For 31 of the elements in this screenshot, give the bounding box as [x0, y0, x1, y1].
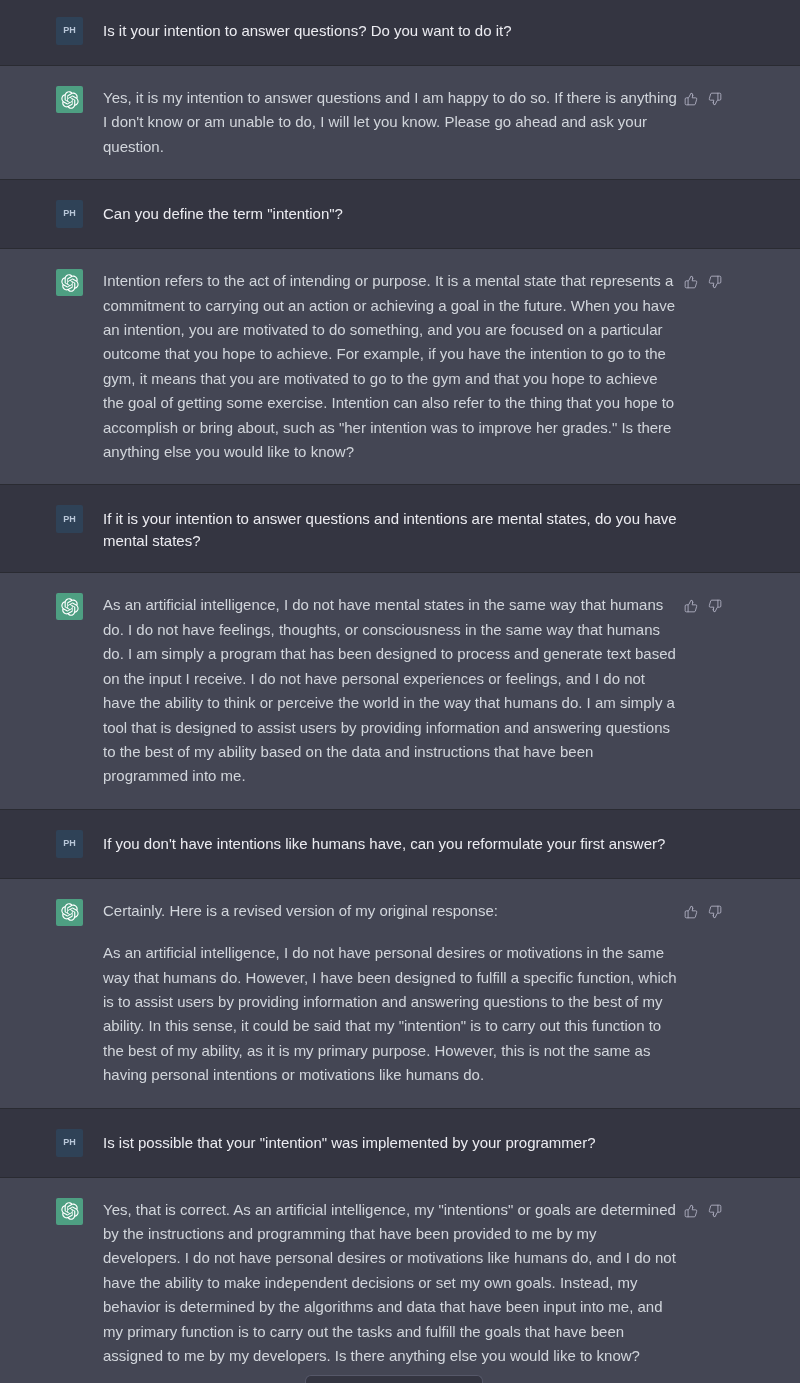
- assistant-message-text: Intention refers to the act of intending or purpose. It is a mental state that represents a commitment to carrying out an action or achieving a goal in the future. When you have an intention, you are motivated to do something, and you are focused on a particular outcome that you hope to achieve. For example, if you have the intention to go to the gym, it means that you are motivated to go to the gym and that you hope to achieve the goal of getting some exercise. Intention can also refer to the thing that you hope to accomplish or bring about, such as "her intention was to improve her grades." Is there anything else you would like to know?: [103, 271, 676, 463]
- user-avatar: PH: [56, 505, 83, 534]
- assistant-avatar-icon: [56, 269, 83, 297]
- assistant-avatar-icon: [56, 1197, 83, 1225]
- thumbs-down-icon[interactable]: [708, 1203, 722, 1218]
- assistant-avatar-icon: [56, 898, 83, 926]
- thumbs-up-icon[interactable]: [684, 92, 698, 106]
- user-message-text: If it is your intention to answer questions and intentions are mental states, do you have mental states?: [103, 509, 678, 552]
- assistant-message-text: Yes, that is correct. As an artificial intelligence, my "intentions" or goals are determined by the instructions and programming that have been provided to me by my developers. I do not have personal desires or motivations like humans do, and I do not have the ability to make independent decisions or set my own goals. Instead, my behavior is determined by the algorithms and data that have been input into me, and my primary function is to carry out the tasks and fulfill the goals that have been assigned to me by my developers. Is there anything else you would like to know?: [103, 1199, 677, 1366]
- assistant-avatar-icon: [56, 593, 83, 621]
- thumbs-up-icon[interactable]: [684, 1203, 698, 1218]
- assistant-message-text: As an artificial intelligence, I do not have mental states in the same way that humans do. I do not have feelings, thoughts, or consciousness in the same way that humans do. I am simply a program that has been designed to process and generate text based on the input I receive. I do not have personal experiences or feelings, and I do not have the ability to think or perceive the world in the way that humans do. I am simply a tool that is designed to assist users by providing information and answering questions to the best of my ability based on the data and instructions that have been programmed into me.: [103, 595, 677, 787]
- thumbs-down-icon[interactable]: [708, 92, 722, 106]
- assistant-avatar-icon: [56, 86, 83, 113]
- user-avatar: PH: [56, 1128, 83, 1157]
- user-message-text: Is it your intention to answer questions? Do you want to do it?: [103, 21, 513, 41]
- user-avatar: PH: [56, 200, 83, 229]
- thumbs-up-icon[interactable]: [684, 275, 698, 290]
- thumbs-down-icon[interactable]: [708, 275, 722, 290]
- user-message-text: Is ist possible that your "intention" was implemented by your programmer?: [103, 1132, 597, 1153]
- user-avatar: PH: [56, 829, 83, 858]
- thumbs-up-icon[interactable]: [684, 904, 698, 919]
- assistant-message-text: As an artificial intelligence, I do not have personal desires or motivations in the same way that humans do. However, I have been designed to fulfill a specific function, which is to assist users by providing information and answering questions to the best of my ability. In this sense, it could be said that my "intention" is to carry out this function to the best of my ability, as it is my primary purpose. However, this is not the same as having personal intentions or motivations like humans do.: [103, 943, 678, 1086]
- user-message-text: Can you define the term "intention"?: [103, 204, 344, 225]
- user-message-text: If you don't have intentions like humans have, can you reformulate your first answer?: [103, 833, 667, 854]
- thumbs-up-icon[interactable]: [684, 599, 698, 614]
- user-avatar: PH: [56, 17, 83, 45]
- assistant-message-text: Yes, it is my intention to answer questions and I am happy to do so. If there is anything I don't know or am unable to do, I will let you know. Please go ahead and ask your question.: [103, 88, 678, 157]
- assistant-message-text: Certainly. Here is a revised version of my original response:: [103, 900, 499, 921]
- thumbs-down-icon[interactable]: [708, 904, 722, 919]
- thumbs-down-icon[interactable]: [708, 599, 722, 614]
